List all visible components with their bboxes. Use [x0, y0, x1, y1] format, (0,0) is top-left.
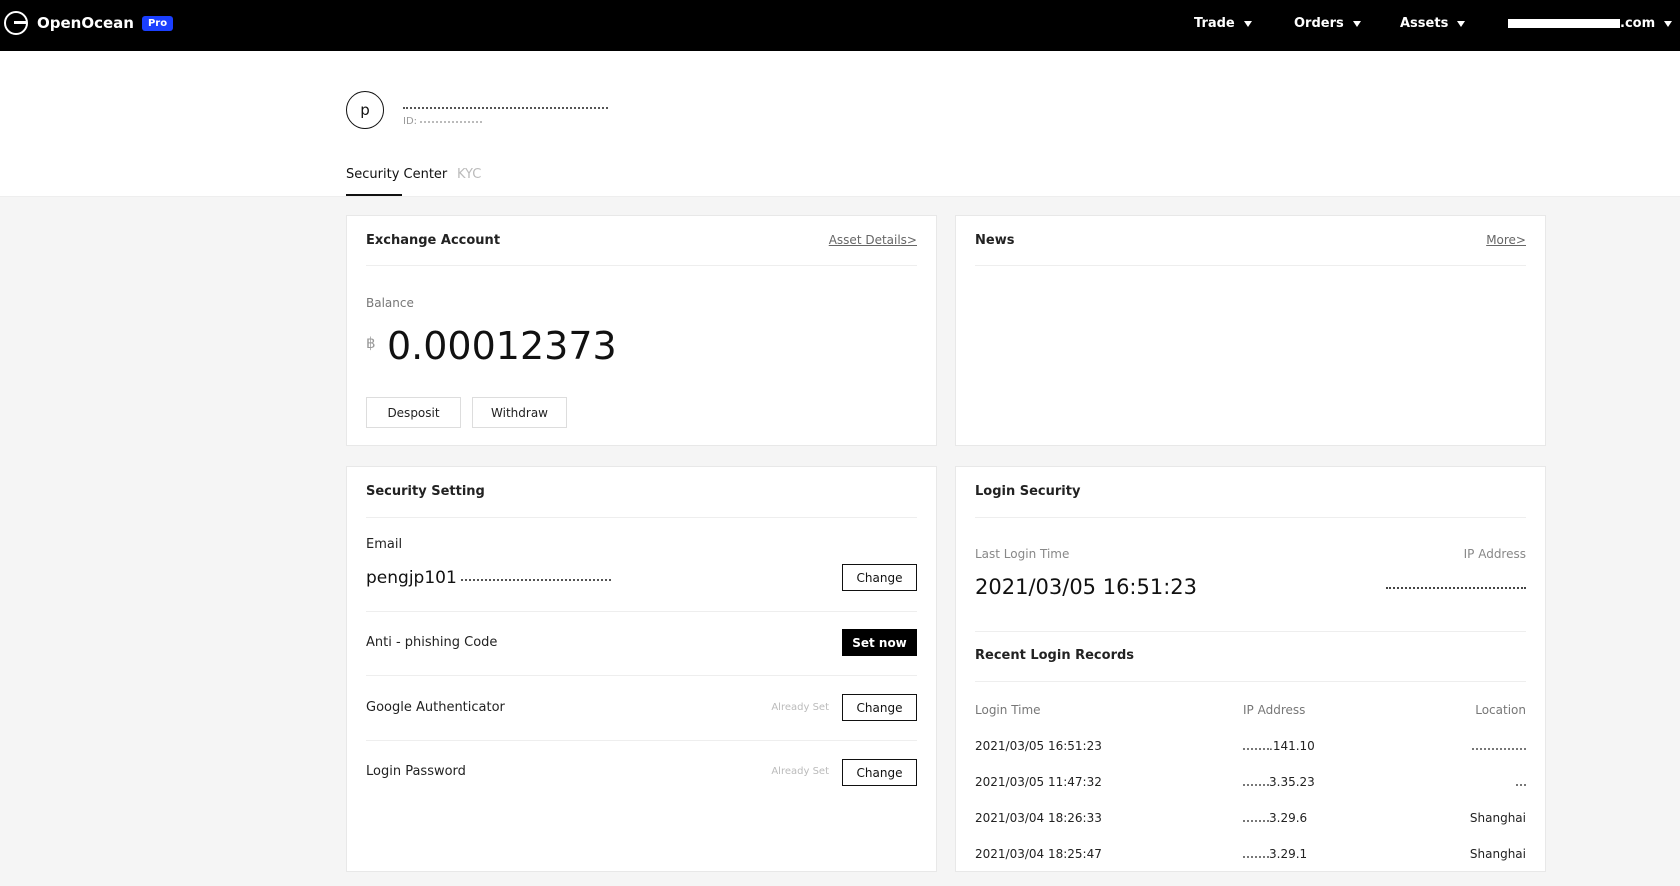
- record-time: 2021/03/05 16:51:23: [975, 739, 1102, 753]
- login-password-status: Already Set: [771, 766, 829, 777]
- balance-value: 0.00012373: [387, 324, 617, 368]
- google-auth-status: Already Set: [771, 702, 829, 713]
- profile-header: p ID: Security Center KYC: [0, 51, 1680, 197]
- ip-redacted: [1243, 816, 1269, 822]
- divider: [366, 740, 917, 741]
- record-ip-text: 3.29.1: [1269, 847, 1308, 861]
- col-ip-address: IP Address: [1243, 703, 1306, 717]
- last-login-label: Last Login Time: [975, 547, 1070, 561]
- account-email-redacted: [1508, 19, 1620, 28]
- email-label: Email: [366, 537, 403, 552]
- pro-badge: Pro: [141, 15, 174, 31]
- openocean-logo-icon: [4, 11, 28, 35]
- nav-assets[interactable]: Assets: [1400, 16, 1466, 31]
- record-location: [1472, 739, 1526, 753]
- last-login-time: 2021/03/05 16:51:23: [975, 575, 1198, 599]
- asset-details-link[interactable]: Asset Details>: [829, 233, 917, 247]
- username-redacted: [403, 99, 608, 109]
- record-time: 2021/03/04 18:25:47: [975, 847, 1102, 861]
- user-id: ID:: [403, 116, 483, 127]
- news-card: News More>: [955, 215, 1546, 446]
- record-ip: 3.29.6: [1243, 811, 1307, 825]
- record-ip: 3.35.23: [1243, 775, 1315, 789]
- col-login-time: Login Time: [975, 703, 1041, 717]
- record-time: 2021/03/04 18:26:33: [975, 811, 1102, 825]
- deposit-button[interactable]: Desposit: [366, 397, 461, 428]
- record-location: [1516, 775, 1526, 789]
- col-location: Location: [1475, 703, 1526, 717]
- card-title: Login Security: [975, 484, 1081, 499]
- divider: [975, 517, 1526, 518]
- card-title: News: [975, 233, 1015, 248]
- nav-orders[interactable]: Orders: [1294, 16, 1361, 31]
- divider: [366, 611, 917, 612]
- chevron-down-icon: [1243, 20, 1252, 27]
- chevron-down-icon: [1664, 20, 1673, 27]
- tab-kyc[interactable]: KYC: [457, 167, 481, 182]
- divider: [366, 265, 917, 266]
- record-ip: 3.29.1: [1243, 847, 1307, 861]
- bitcoin-icon: ฿: [366, 334, 376, 352]
- chevron-down-icon: [1352, 20, 1361, 27]
- divider: [975, 681, 1526, 682]
- ip-redacted: [1243, 780, 1269, 786]
- record-ip-text: .141.10: [1269, 739, 1315, 753]
- top-nav: OpenOcean Pro Trade Orders Assets .com: [0, 0, 1680, 51]
- email-redacted: [460, 575, 611, 581]
- set-antiphishing-button[interactable]: Set now: [842, 629, 917, 656]
- card-title: Exchange Account: [366, 233, 501, 248]
- divider: [366, 517, 917, 518]
- divider: [975, 265, 1526, 266]
- card-title: Security Setting: [366, 484, 485, 499]
- email-value: pengjp101: [366, 568, 611, 588]
- record-location: Shanghai: [1469, 811, 1526, 825]
- change-google-auth-button[interactable]: Change: [842, 694, 917, 721]
- ip-address-label: IP Address: [1463, 547, 1526, 561]
- record-ip-text: 3.35.23: [1269, 775, 1315, 789]
- change-password-button[interactable]: Change: [842, 759, 917, 786]
- record-ip: .141.10: [1243, 739, 1315, 753]
- record-time: 2021/03/05 11:47:32: [975, 775, 1102, 789]
- avatar: p: [346, 91, 384, 129]
- ip-redacted: [1243, 744, 1269, 750]
- nav-trade-label: Trade: [1194, 16, 1235, 31]
- withdraw-button[interactable]: Withdraw: [472, 397, 567, 428]
- tab-security-center[interactable]: Security Center: [346, 167, 447, 196]
- nav-assets-label: Assets: [1400, 16, 1449, 31]
- login-security-card: Login Security Last Login Time IP Addres…: [955, 466, 1546, 872]
- login-password-label: Login Password: [366, 764, 466, 779]
- security-setting-card: Security Setting Email pengjp101 Change …: [346, 466, 937, 872]
- more-news-link[interactable]: More>: [1486, 233, 1526, 247]
- email-value-text: pengjp101: [366, 568, 457, 588]
- ip-redacted: [1243, 852, 1269, 858]
- record-location: Shanghai: [1469, 847, 1526, 861]
- brand-logo[interactable]: OpenOcean Pro: [4, 11, 174, 35]
- user-id-label: ID:: [403, 116, 418, 127]
- location-redacted: [1516, 780, 1526, 786]
- brand-name: OpenOcean: [37, 14, 134, 32]
- divider: [975, 631, 1526, 632]
- balance-label: Balance: [366, 296, 414, 310]
- record-ip-text: 3.29.6: [1269, 811, 1308, 825]
- recent-records-title: Recent Login Records: [975, 648, 1135, 663]
- antiphishing-label: Anti - phishing Code: [366, 635, 498, 650]
- google-auth-label: Google Authenticator: [366, 700, 505, 715]
- nav-orders-label: Orders: [1294, 16, 1344, 31]
- account-email-suffix: .com: [1620, 16, 1656, 31]
- user-id-redacted: [420, 119, 483, 123]
- exchange-account-card: Exchange Account Asset Details> Balance …: [346, 215, 937, 446]
- location-redacted: [1472, 744, 1526, 750]
- account-menu[interactable]: .com: [1508, 16, 1673, 31]
- nav-trade[interactable]: Trade: [1194, 16, 1252, 31]
- change-email-button[interactable]: Change: [842, 564, 917, 591]
- divider: [366, 675, 917, 676]
- chevron-down-icon: [1457, 20, 1466, 27]
- last-login-ip-redacted: [1386, 579, 1526, 589]
